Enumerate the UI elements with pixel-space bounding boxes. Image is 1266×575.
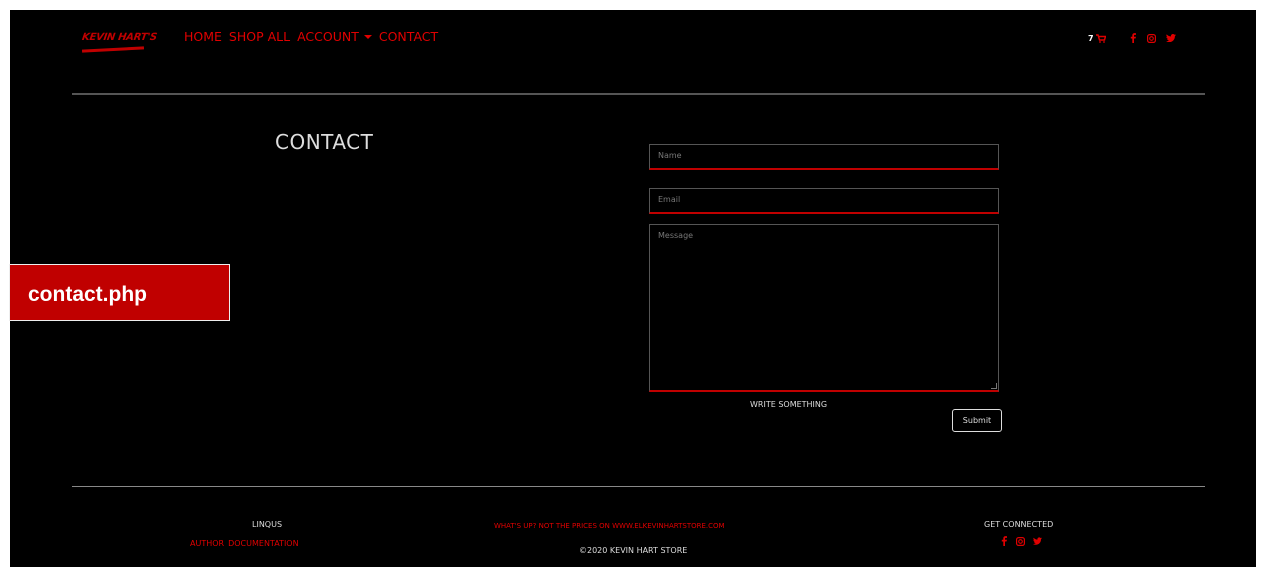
footer-linqus-heading: LINQUS: [252, 520, 283, 529]
message-placeholder: Message: [658, 231, 694, 240]
footer-link-documentation[interactable]: DOCUMENTATION: [228, 539, 298, 548]
store-logo[interactable]: KEVIN HART'S: [81, 30, 158, 64]
header-actions: 7: [1088, 33, 1176, 43]
nav-shop-all[interactable]: SHOP ALL: [229, 29, 290, 44]
name-field[interactable]: Name: [649, 144, 999, 170]
logo-underline: [81, 46, 145, 53]
cart-icon[interactable]: [1095, 33, 1106, 43]
page-title: CONTACT: [275, 130, 374, 154]
logo-text: KEVIN HART'S: [81, 32, 158, 43]
nav-home[interactable]: HOME: [184, 29, 222, 44]
submit-button[interactable]: Submit: [952, 409, 1002, 432]
header-divider: [72, 93, 1205, 95]
footer-copyright: ©2020 KEVIN HART STORE: [579, 546, 688, 555]
file-name-label: contact.php: [28, 283, 147, 306]
facebook-icon[interactable]: [999, 536, 1008, 546]
instagram-icon[interactable]: [1147, 33, 1157, 43]
file-name-badge: contact.php: [9, 264, 230, 321]
resize-handle-icon[interactable]: [991, 383, 997, 389]
nav-account[interactable]: ACCOUNT: [297, 29, 372, 44]
footer-social: [999, 536, 1042, 546]
footer-connect-heading: GET CONNECTED: [984, 520, 1054, 529]
message-field[interactable]: Message: [649, 224, 999, 392]
footer-tagline[interactable]: WHAT'S UP? NOT THE PRICES ON WWW.ELKEVIN…: [494, 522, 725, 530]
footer-link-author[interactable]: AUTHOR: [190, 539, 224, 548]
nav-contact[interactable]: CONTACT: [379, 29, 438, 44]
facebook-icon[interactable]: [1128, 33, 1138, 43]
instagram-icon[interactable]: [1016, 536, 1025, 546]
cart-count: 7: [1088, 33, 1094, 43]
main-nav: HOME SHOP ALL ACCOUNT CONTACT: [184, 29, 438, 44]
twitter-icon[interactable]: [1165, 33, 1176, 43]
email-placeholder: Email: [658, 195, 681, 204]
email-field[interactable]: Email: [649, 188, 999, 214]
nav-account-label: ACCOUNT: [297, 29, 359, 44]
name-placeholder: Name: [658, 151, 682, 160]
footer-links: AUTHOR DOCUMENTATION: [190, 539, 299, 548]
write-something-label: WRITE SOMETHING: [750, 400, 828, 409]
footer-divider: [72, 486, 1205, 487]
caret-down-icon: [363, 34, 372, 39]
twitter-icon[interactable]: [1033, 536, 1042, 546]
